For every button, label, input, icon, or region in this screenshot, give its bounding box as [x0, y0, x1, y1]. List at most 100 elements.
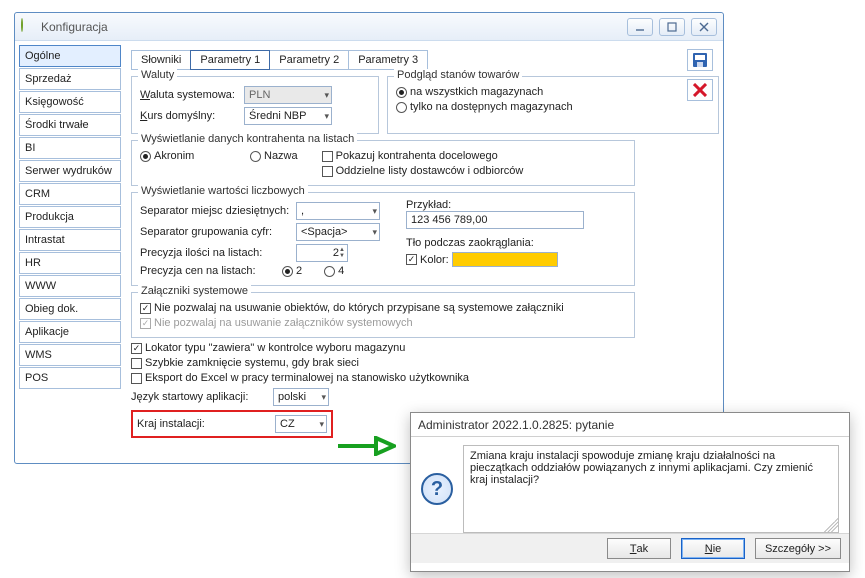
label-kolor: Kolor: — [420, 254, 449, 266]
label-sep-dec: Separator miejsc dziesiętnych: — [140, 205, 292, 217]
dialog-details-button[interactable]: Szczegóły >> — [755, 538, 841, 559]
sidebar-item-obieg[interactable]: Obieg dok. — [19, 298, 121, 320]
radio-dot-icon — [140, 151, 151, 162]
dialog-title: Administrator 2022.1.0.2825: pytanie — [411, 413, 849, 437]
checkbox-icon — [322, 151, 333, 162]
sidebar-item-label: HR — [25, 257, 41, 269]
chevron-down-icon: ▾ — [324, 90, 329, 101]
config-window: Konfiguracja Ogólne Sprzedaż Księgowość … — [14, 12, 724, 464]
sidebar-item-crm[interactable]: CRM — [19, 183, 121, 205]
select-sep-dec[interactable]: , ▾ — [296, 202, 380, 220]
radio-dot-icon — [250, 151, 261, 162]
tab-parametry3[interactable]: Parametry 3 — [348, 50, 428, 70]
close-button[interactable] — [691, 18, 717, 36]
checkbox-label: Oddzielne listy dostawców i odbiorców — [336, 165, 524, 177]
sidebar-item-serwer[interactable]: Serwer wydruków — [19, 160, 121, 182]
tabs: Słowniki Parametry 1 Parametry 2 Paramet… — [131, 50, 719, 70]
radio-nazwa[interactable]: Nazwa — [250, 150, 298, 162]
spinner-prec-ilosc[interactable]: 2 ▲▼ — [296, 244, 348, 262]
group-liczby: Wyświetlanie wartości liczbowych Separat… — [131, 192, 635, 286]
sidebar-item-label: WMS — [25, 349, 52, 361]
checkbox-docelowy[interactable]: Pokazuj kontrahenta docelowego — [322, 150, 524, 162]
sidebar-item-label: Serwer wydruków — [25, 165, 112, 177]
label-sep-grp: Separator grupowania cyfr: — [140, 226, 292, 238]
dialog-no-button[interactable]: Nie — [681, 538, 745, 559]
tab-label: Parametry 2 — [279, 54, 339, 66]
select-kraj[interactable]: CZ ▾ — [275, 415, 327, 433]
sidebar-item-ogolne[interactable]: Ogólne — [19, 45, 121, 67]
checkbox-label: Nie pozwalaj na usuwanie obiektów, do kt… — [154, 302, 564, 314]
checkbox-icon — [140, 318, 151, 329]
sidebar-item-www[interactable]: WWW — [19, 275, 121, 297]
checkbox-lokator[interactable]: Lokator typu "zawiera" w kontrolce wybor… — [131, 342, 719, 354]
question-icon: ? — [421, 473, 453, 505]
sidebar-item-srodki[interactable]: Środki trwałe — [19, 114, 121, 136]
chevron-down-icon: ▾ — [324, 111, 329, 122]
label-waluta: Waluta systemowa: — [140, 89, 240, 101]
color-swatch[interactable] — [452, 252, 558, 267]
checkbox-icon — [322, 166, 333, 177]
select-value: PLN — [249, 89, 270, 101]
maximize-button[interactable] — [659, 18, 685, 36]
tab-slowniki[interactable]: Słowniki — [131, 50, 191, 70]
sidebar-item-produkcja[interactable]: Produkcja — [19, 206, 121, 228]
sidebar-item-intrastat[interactable]: Intrastat — [19, 229, 121, 251]
select-waluta[interactable]: PLN ▾ — [244, 86, 332, 104]
checkbox-icon — [131, 373, 142, 384]
main-panel: Słowniki Parametry 1 Parametry 2 Paramet… — [121, 45, 719, 459]
checkbox-label: Pokazuj kontrahenta docelowego — [336, 150, 498, 162]
select-value: polski — [278, 391, 306, 403]
sidebar-item-label: CRM — [25, 188, 50, 200]
minimize-button[interactable] — [627, 18, 653, 36]
sidebar-item-hr[interactable]: HR — [19, 252, 121, 274]
example-value: 123 456 789,00 — [411, 214, 487, 226]
checkbox-label: Lokator typu "zawiera" w kontrolce wybor… — [145, 342, 405, 354]
radio-prec-4[interactable]: 4 — [324, 265, 344, 277]
dialog-yes-button[interactable]: Tak — [607, 538, 671, 559]
radio-avail-warehouses[interactable]: tylko na dostępnych magazynach — [396, 101, 710, 113]
tab-parametry2[interactable]: Parametry 2 — [269, 50, 349, 70]
checkbox-zal2-disabled: Nie pozwalaj na usuwanie załączników sys… — [140, 317, 626, 329]
radio-prec-2[interactable]: 2 — [282, 265, 302, 277]
confirm-dialog: Administrator 2022.1.0.2825: pytanie ? Z… — [410, 412, 850, 572]
label-kurs: Kurs domyślny: — [140, 110, 240, 122]
chevron-down-icon: ▾ — [321, 392, 326, 403]
label-jezyk: Język startowy aplikacji: — [131, 391, 269, 403]
checkbox-label: Nie pozwalaj na usuwanie załączników sys… — [154, 317, 413, 329]
checkbox-zal1[interactable]: Nie pozwalaj na usuwanie obiektów, do kt… — [140, 302, 626, 314]
select-jezyk[interactable]: polski ▾ — [273, 388, 329, 406]
checkbox-excel[interactable]: Eksport do Excel w pracy terminalowej na… — [131, 372, 719, 384]
sidebar-item-label: Ogólne — [25, 50, 60, 62]
sidebar-item-wms[interactable]: WMS — [19, 344, 121, 366]
radio-all-warehouses[interactable]: na wszystkich magazynach — [396, 86, 710, 98]
label-example: Przykład: — [406, 199, 584, 211]
radio-label: na wszystkich magazynach — [410, 86, 543, 98]
select-value: CZ — [280, 418, 295, 430]
group-title: Podgląd stanów towarów — [394, 69, 522, 81]
sidebar-item-ksiegowosc[interactable]: Księgowość — [19, 91, 121, 113]
spinner-value: 2 — [301, 247, 339, 259]
spinner-buttons-icon: ▲▼ — [339, 247, 345, 259]
sidebar: Ogólne Sprzedaż Księgowość Środki trwałe… — [19, 45, 121, 459]
sidebar-item-bi[interactable]: BI — [19, 137, 121, 159]
sidebar-item-sprzedaz[interactable]: Sprzedaż — [19, 68, 121, 90]
dialog-message: Zmiana kraju instalacji spowoduje zmianę… — [470, 450, 813, 486]
select-kurs[interactable]: Średni NBP ▾ — [244, 107, 332, 125]
sidebar-item-label: WWW — [25, 280, 56, 292]
chevron-down-icon: ▾ — [372, 206, 377, 217]
radio-label: Akronim — [154, 150, 194, 162]
checkbox-kolor[interactable]: Kolor: — [406, 252, 584, 267]
radio-label: tylko na dostępnych magazynach — [410, 101, 573, 113]
checkbox-szybkie[interactable]: Szybkie zamknięcie systemu, gdy brak sie… — [131, 357, 719, 369]
checkbox-listy[interactable]: Oddzielne listy dostawców i odbiorców — [322, 165, 524, 177]
tab-parametry1[interactable]: Parametry 1 — [190, 50, 270, 70]
tab-label: Parametry 1 — [200, 54, 260, 66]
sidebar-item-label: Aplikacje — [25, 326, 69, 338]
sidebar-item-pos[interactable]: POS — [19, 367, 121, 389]
tab-label: Słowniki — [141, 54, 181, 66]
sidebar-item-label: Produkcja — [25, 211, 74, 223]
sidebar-item-aplikacje[interactable]: Aplikacje — [19, 321, 121, 343]
window-title: Konfiguracja — [41, 20, 108, 34]
radio-label: 4 — [338, 265, 344, 277]
select-sep-grp[interactable]: <Spacja> ▾ — [296, 223, 380, 241]
